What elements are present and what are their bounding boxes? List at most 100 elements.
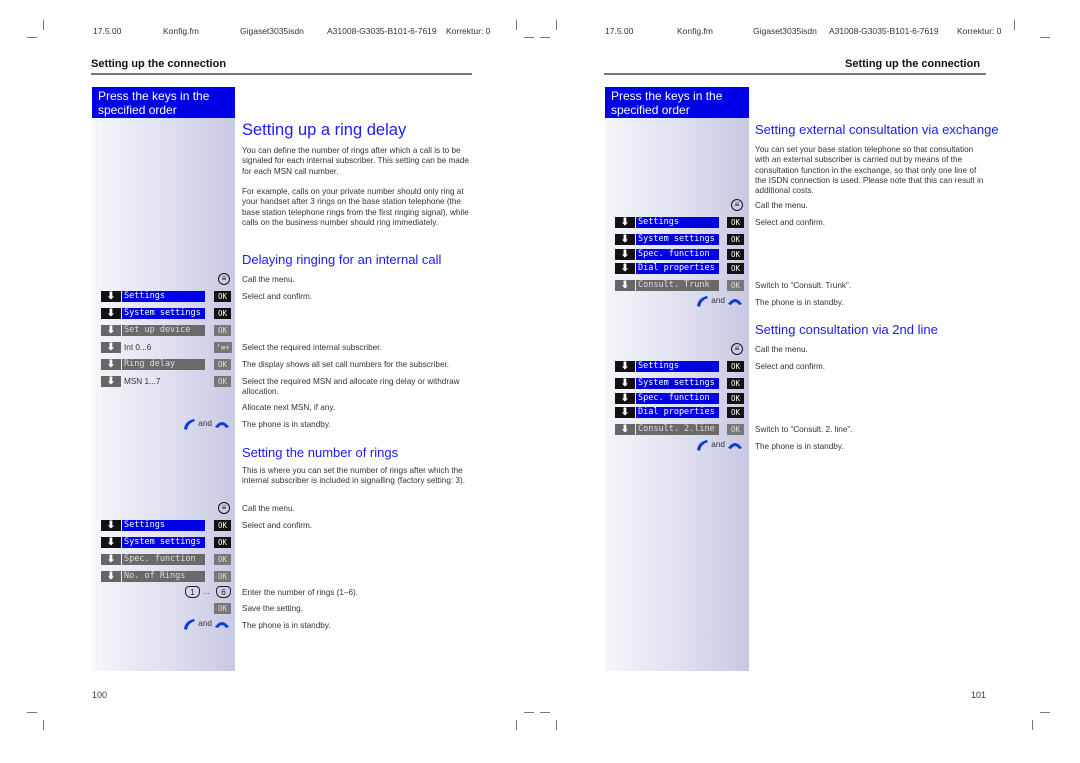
header-revision: Korrektur: 0: [957, 26, 1002, 36]
ok-key: OK: [727, 378, 744, 389]
ok-key: OK: [727, 249, 744, 260]
ellipsis: ...: [203, 587, 210, 596]
number-key-1: 1: [185, 586, 200, 598]
crop-mark: [27, 37, 37, 38]
crop-mark: [516, 20, 517, 30]
display-label: Ring delay: [122, 359, 205, 370]
section-title: Setting up the connection: [91, 58, 227, 70]
number-key-6: 6: [216, 586, 231, 598]
display-label: MSN 1...7: [124, 377, 161, 386]
display-label: System settings: [122, 537, 205, 548]
header-product: Gigaset3035isdn: [753, 26, 817, 36]
down-arrow-icon: ⬇: [615, 407, 635, 418]
on-hook-icon: [215, 422, 230, 428]
display-label: System settings: [636, 378, 719, 389]
step-text: The phone is in standby.: [242, 420, 331, 429]
step-text: Save the setting.: [242, 604, 303, 613]
ok-key: OK: [214, 571, 231, 582]
header-date: 17.5.00: [605, 26, 634, 36]
ok-key: OK: [214, 325, 231, 336]
phone-keys: and: [182, 418, 230, 430]
down-arrow-icon: ⬇: [101, 537, 121, 548]
display-label: Settings: [636, 217, 719, 228]
down-arrow-icon: ⬇: [615, 249, 635, 260]
down-arrow-icon: ⬇: [101, 291, 121, 302]
step-text: The phone is in standby.: [755, 298, 844, 307]
down-arrow-icon: ⬇: [615, 280, 635, 291]
header-product: Gigaset3035isdn: [240, 26, 304, 36]
and-label: and: [198, 619, 212, 629]
subtitle-number-of-rings: Setting the number of rings: [242, 445, 399, 460]
intro-paragraph: This is where you can set the number of …: [242, 466, 465, 486]
and-label: and: [711, 296, 725, 306]
crop-mark: [27, 712, 37, 713]
ok-key: OK: [214, 291, 231, 302]
menu-key-icon: ≡: [731, 343, 743, 355]
down-arrow-icon: ⬇: [101, 554, 121, 565]
display-label: Consult. Trunk: [636, 280, 719, 291]
down-arrow-icon: ⬇: [101, 571, 121, 582]
section-title: Setting up the connection: [845, 58, 981, 70]
menu-key-icon: ≡: [218, 502, 230, 514]
header-doc-id: A31008-G3035-B101-6-7619: [327, 26, 437, 36]
down-arrow-icon: ⬇: [615, 378, 635, 389]
instruction-sidebar: [92, 118, 235, 671]
header-date: 17.5.00: [93, 26, 122, 36]
on-hook-icon: [215, 622, 230, 628]
step-text: Call the menu.: [755, 201, 808, 210]
ok-key: OK: [727, 280, 744, 291]
step-text: Call the menu.: [242, 275, 295, 284]
display-label: Spec. function: [122, 554, 205, 565]
ok-key: OK: [727, 424, 744, 435]
step-text: Call the menu.: [242, 504, 295, 513]
crop-mark: [556, 720, 557, 730]
intro-paragraph: You can set your base station telephone …: [755, 145, 984, 196]
display-label: Dial properties: [636, 263, 719, 274]
step-text: Select the required MSN and allocate rin…: [242, 377, 460, 397]
off-hook-icon: [697, 296, 708, 307]
ok-key: OK: [214, 603, 231, 614]
ok-key: OK: [727, 217, 744, 228]
step-text: The phone is in standby.: [755, 442, 844, 451]
down-arrow-icon: ⬇: [101, 376, 121, 387]
down-arrow-icon: ⬇: [101, 520, 121, 531]
ok-key: OK: [214, 537, 231, 548]
step-text: Select and confirm.: [755, 218, 826, 227]
title-ring-delay: Setting up a ring delay: [242, 121, 407, 139]
instruction-box: Press the keys in the specified order: [92, 87, 235, 118]
header-revision: Korrektur: 0: [446, 26, 491, 36]
down-arrow-icon: ⬇: [101, 308, 121, 319]
phone-keys: and: [182, 618, 230, 630]
display-label: Int 0...6: [124, 343, 152, 352]
page-number: 101: [971, 690, 987, 700]
display-label: Spec. function: [636, 249, 719, 260]
ok-key: OK: [214, 308, 231, 319]
down-arrow-icon: ⬇: [615, 393, 635, 404]
phone-keys: and: [695, 439, 743, 451]
header-doc-id: A31008-G3035-B101-6-7619: [829, 26, 939, 36]
step-text: Enter the number of rings (1–6).: [242, 588, 359, 597]
crop-mark: [43, 720, 44, 730]
off-hook-icon: [697, 440, 708, 451]
crop-mark: [556, 20, 557, 30]
step-text: Select the required internal subscriber.: [242, 343, 382, 352]
display-label: System settings: [122, 308, 205, 319]
on-hook-icon: [728, 299, 743, 305]
ok-key: OK: [214, 554, 231, 565]
ok-key: OK: [214, 359, 231, 370]
intro-paragraph: You can define the number of rings after…: [242, 146, 469, 176]
down-arrow-icon: ⬇: [101, 359, 121, 370]
on-hook-icon: [728, 443, 743, 449]
ok-key: OK: [727, 234, 744, 245]
display-label: Settings: [122, 520, 205, 531]
crop-mark: [1040, 37, 1050, 38]
off-hook-icon: [184, 619, 195, 630]
down-arrow-icon: ⬇: [615, 424, 635, 435]
and-label: and: [711, 440, 725, 450]
down-arrow-icon: ⬇: [101, 342, 121, 353]
step-text: Switch to “Consult. 2. line”.: [755, 425, 853, 434]
step-text: Allocate next MSN, if any.: [242, 403, 336, 412]
crop-mark: [540, 37, 550, 38]
down-arrow-icon: ⬇: [101, 325, 121, 336]
menu-key-icon: ≡: [218, 273, 230, 285]
